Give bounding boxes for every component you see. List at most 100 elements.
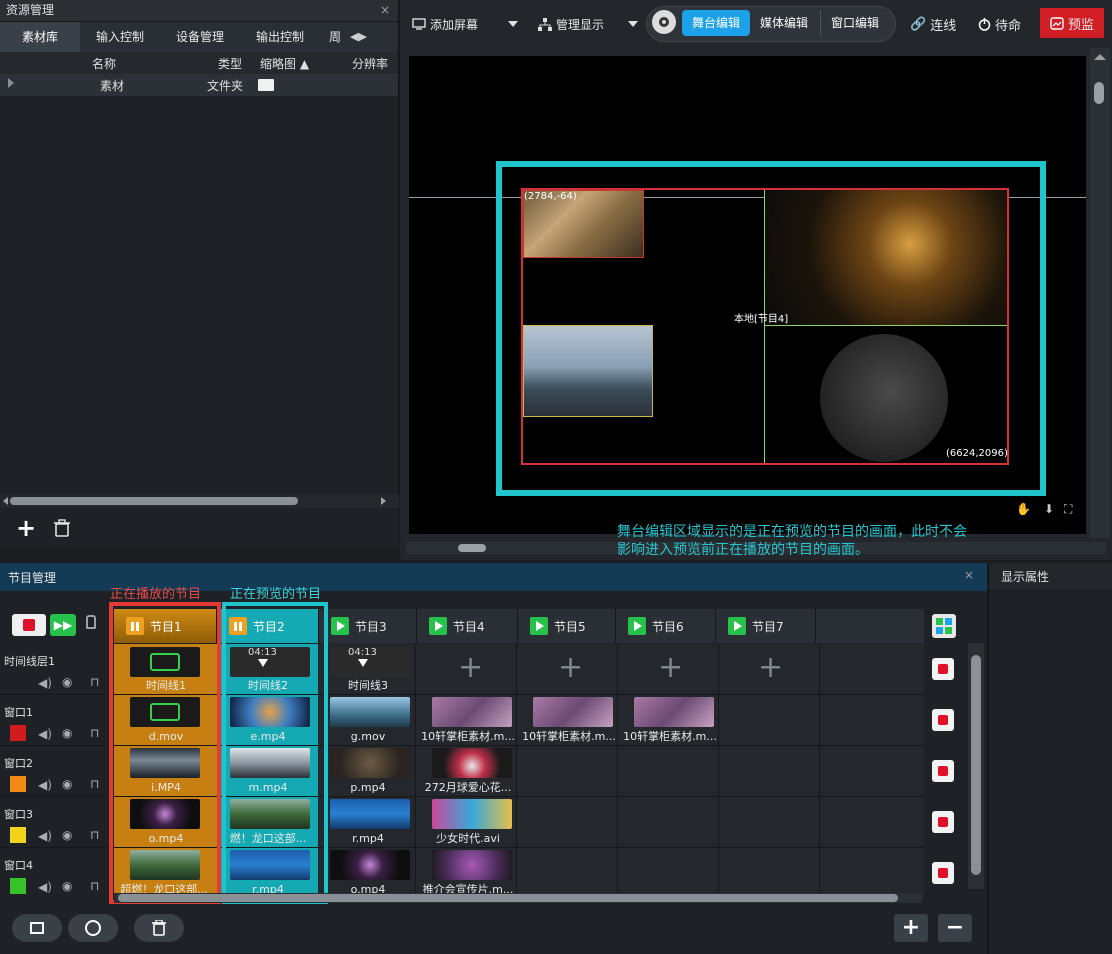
vscroll-thumb[interactable] [1094,82,1104,104]
window3-image[interactable] [523,325,653,417]
add-timeline-icon[interactable]: + [758,653,783,683]
scrollbar-thumb[interactable] [10,497,298,505]
table-row[interactable]: 素材 文件夹 [0,74,398,96]
media-thumb[interactable] [432,850,512,880]
tab-device-management[interactable]: 设备管理 [160,22,240,52]
lock-icon[interactable]: ⊓ [90,726,99,740]
media-thumb[interactable] [330,850,410,880]
hscroll-thumb[interactable] [118,894,898,902]
media-thumb[interactable] [432,799,512,829]
record-button[interactable] [12,614,46,636]
timeline2-thumb[interactable]: 04:13 [230,647,310,677]
media-edit-tab[interactable]: 媒体编辑 [750,10,818,36]
program-vscrollbar[interactable] [968,643,984,889]
timeline3-thumb[interactable]: 04:13 [330,647,410,677]
lock-icon[interactable]: ⊓ [90,777,99,791]
hand-tool-icon[interactable]: ✋ [1016,502,1031,516]
fast-forward-button[interactable]: ▶▶ [50,614,76,636]
program-hscrollbar[interactable] [114,893,922,903]
tab-program-5[interactable]: 节目5 [518,609,616,643]
media-thumb[interactable] [432,748,512,778]
tab-input-control[interactable]: 输入控制 [80,22,160,52]
window4-image[interactable] [820,334,948,462]
media-thumb[interactable] [230,850,310,880]
scroll-right-arrow-icon[interactable] [381,497,386,505]
add-screen-button[interactable]: 添加屏幕 [412,10,478,38]
lock-icon[interactable] [86,615,96,629]
volume-icon[interactable]: ◀) [38,727,52,741]
stage-vscrollbar[interactable] [1090,48,1110,538]
media-thumb[interactable] [130,697,200,727]
expand-arrow-icon[interactable] [8,78,14,88]
chevron-down-icon[interactable] [508,21,518,27]
schedule-button[interactable] [68,914,118,942]
window4-color-swatch[interactable] [10,878,26,894]
pin-icon[interactable]: ⬇ [1044,502,1054,516]
eye-icon[interactable]: ◉ [62,777,72,791]
fit-screen-icon[interactable]: ⛶ [1064,502,1072,517]
tab-material-library[interactable]: 素材库 [0,22,80,52]
resource-hscrollbar[interactable] [0,494,399,508]
eye-icon[interactable]: ◉ [62,726,72,740]
media-thumb[interactable] [230,697,310,727]
row-record-button[interactable] [932,811,954,833]
col-type[interactable]: 类型 [218,55,242,72]
volume-icon[interactable]: ◀) [38,880,52,894]
window2-color-swatch[interactable] [10,776,26,792]
window-mode-button[interactable] [12,914,62,942]
tab-program-4[interactable]: 节目4 [417,609,518,643]
tab-output-control[interactable]: 输出控制 [240,22,320,52]
connect-button[interactable]: 🔗 连线 [910,10,956,38]
lock-icon[interactable]: ⊓ [90,828,99,842]
add-timeline-icon[interactable]: + [458,653,483,683]
stage-settings-icon[interactable] [652,10,676,34]
window1-color-swatch[interactable] [10,725,26,741]
tab-program-6[interactable]: 节目6 [616,609,716,643]
media-thumb[interactable] [130,799,200,829]
col-name[interactable]: 名称 [92,55,116,72]
stage-area[interactable]: (2784,-64) 本地[节目4] (6624,2096) ✋ ⬇ ⛶ 舞台编… [400,48,1112,560]
stage-edit-tab[interactable]: 舞台编辑 [682,10,751,36]
tab-scroll-arrows[interactable]: ◀▶ [350,22,378,52]
standby-button[interactable]: 待命 [978,10,1021,38]
remove-program-button[interactable]: − [938,914,972,942]
window-edit-tab[interactable]: 窗口编辑 [820,10,889,36]
lock-icon[interactable]: ⊓ [90,879,99,893]
row-record-button[interactable] [932,862,954,884]
row-record-button[interactable] [932,658,954,680]
add-timeline-icon[interactable]: + [658,653,683,683]
tab-program-3[interactable]: 节目3 [319,609,417,643]
media-thumb[interactable] [432,697,512,727]
manage-display-button[interactable]: 管理显示 [538,10,604,38]
col-resolution[interactable]: 分辨率 [352,55,388,72]
scroll-up-arrow-icon[interactable] [1094,54,1106,60]
lock-icon[interactable]: ⊓ [90,675,99,689]
preview-monitor-button[interactable]: 预监 [1040,8,1104,38]
row-record-button[interactable] [932,760,954,782]
media-thumb[interactable] [330,697,410,727]
volume-icon[interactable]: ◀) [38,829,52,843]
add-resource-button[interactable]: + [16,514,36,542]
eye-icon[interactable]: ◉ [62,828,72,842]
hscroll-thumb[interactable] [458,544,486,552]
row-record-button[interactable] [932,709,954,731]
window3-color-swatch[interactable] [10,827,26,843]
chevron-down-icon[interactable] [628,21,638,27]
volume-icon[interactable]: ◀) [38,676,52,690]
vscroll-thumb[interactable] [971,655,981,875]
tab-overflow[interactable]: 周 [320,22,350,52]
media-thumb[interactable] [533,697,613,727]
timeline1-thumb[interactable] [130,647,200,677]
add-timeline-icon[interactable]: + [558,653,583,683]
close-icon[interactable]: × [964,568,974,582]
volume-icon[interactable]: ◀) [38,778,52,792]
media-thumb[interactable] [130,748,200,778]
window2-image[interactable] [764,190,1007,325]
media-thumb[interactable] [230,748,310,778]
delete-resource-button[interactable] [52,518,72,538]
media-thumb[interactable] [330,799,410,829]
col-thumbnail[interactable]: 缩略图 ▲ [260,55,309,72]
media-thumb[interactable] [330,748,410,778]
media-thumb[interactable] [230,799,310,829]
media-thumb[interactable] [634,697,714,727]
